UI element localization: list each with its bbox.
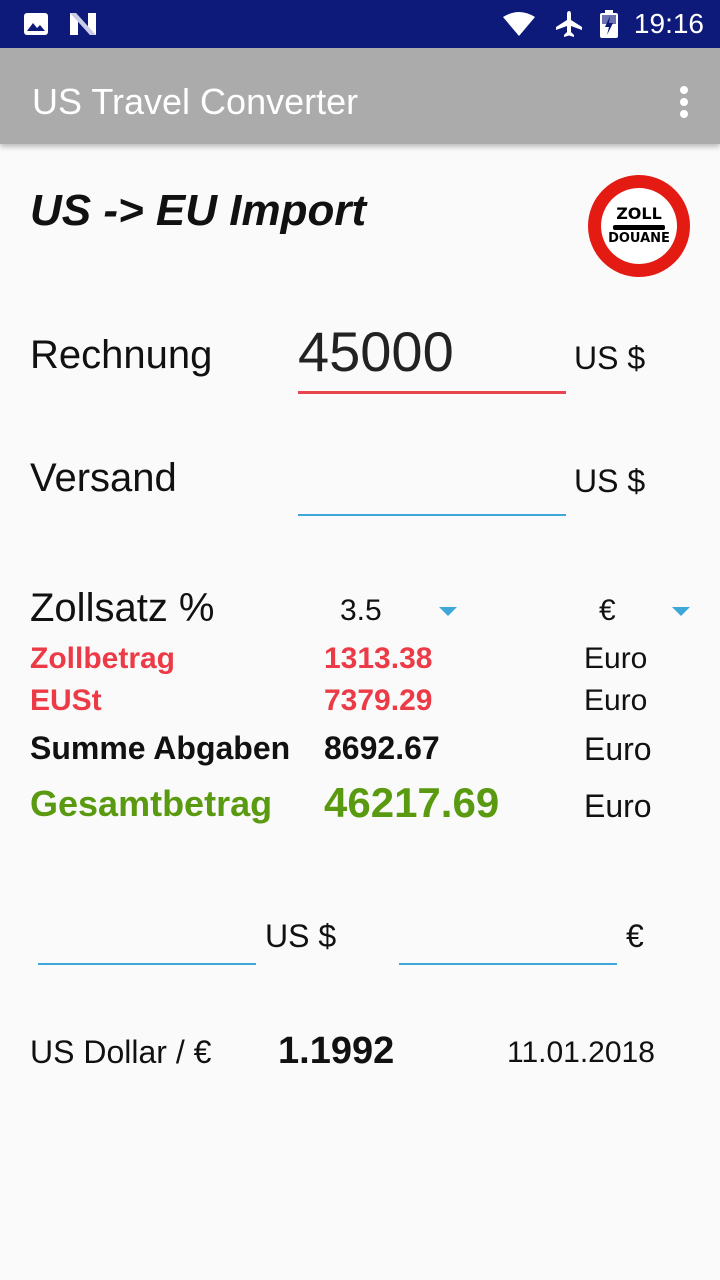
import-vat-unit: Euro <box>584 684 648 717</box>
duty-amount-value: 1313.38 <box>324 642 433 675</box>
shipping-input-underline <box>298 514 566 516</box>
shipping-label: Versand <box>30 456 177 500</box>
currency-spinner[interactable]: € <box>588 590 704 634</box>
grand-total-unit: Euro <box>584 788 652 824</box>
invoice-label: Rechnung <box>30 333 213 377</box>
total-levies-value: 8692.67 <box>324 730 440 766</box>
sign-bar <box>613 225 665 230</box>
duty-rate-label: Zollsatz % <box>30 586 215 630</box>
sign-text-zoll: ZOLL <box>616 204 662 223</box>
invoice-input[interactable] <box>298 318 566 384</box>
invoice-unit: US $ <box>574 340 646 376</box>
total-levies-label: Summe Abgaben <box>30 730 291 766</box>
import-vat-value: 7379.29 <box>324 684 433 717</box>
exchange-rate-label: US Dollar / € <box>30 1034 212 1070</box>
duty-rate-spinner[interactable]: 3.5 <box>326 590 466 634</box>
exchange-rate-date: 11.01.2018 <box>507 1036 655 1069</box>
usd-converter-input[interactable] <box>38 906 256 960</box>
eur-converter-input[interactable] <box>399 906 617 960</box>
n-notification-icon <box>68 10 98 38</box>
invoice-input-underline <box>298 391 566 394</box>
shipping-unit: US $ <box>574 463 646 499</box>
usd-converter-underline <box>38 963 256 965</box>
grand-total-value: 46217.69 <box>324 779 500 826</box>
status-bar: 19:16 <box>0 0 720 48</box>
import-vat-label: EUSt <box>30 684 102 717</box>
shipping-input[interactable] <box>298 448 566 510</box>
customs-sign-logo: ZOLL DOUANE <box>588 175 690 277</box>
airplane-mode-icon <box>554 10 584 38</box>
eur-converter-unit: € <box>626 918 644 954</box>
sign-text-douane: DOUANE <box>608 231 670 246</box>
exchange-rate-value: 1.1992 <box>278 1030 395 1072</box>
app-title: US Travel Converter <box>32 81 359 122</box>
dropdown-arrow-icon <box>672 607 690 616</box>
overflow-menu-icon[interactable] <box>678 86 690 122</box>
duty-amount-unit: Euro <box>584 642 648 675</box>
image-icon <box>22 10 50 38</box>
dropdown-arrow-icon <box>439 607 457 616</box>
status-time: 19:16 <box>633 8 704 39</box>
battery-charging-icon <box>598 10 620 38</box>
duty-amount-label: Zollbetrag <box>30 642 176 675</box>
currency-value: € <box>599 594 616 627</box>
usd-converter-unit: US $ <box>265 918 337 954</box>
grand-total-label: Gesamtbetrag <box>30 783 273 824</box>
wifi-icon <box>502 10 536 38</box>
duty-rate-value: 3.5 <box>340 594 382 627</box>
eur-converter-underline <box>399 963 617 965</box>
app-bar: US Travel Converter <box>0 48 720 144</box>
page-heading: US -> EU Import <box>30 186 367 235</box>
total-levies-unit: Euro <box>584 731 652 767</box>
